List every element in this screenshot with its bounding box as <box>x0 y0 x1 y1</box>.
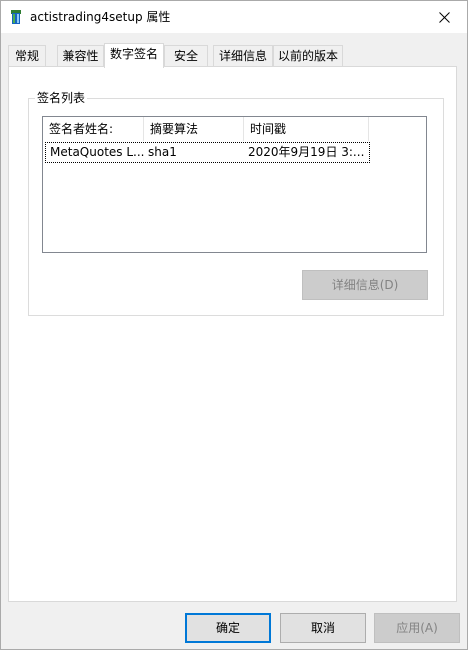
digest-algorithm: sha1 <box>148 145 177 159</box>
title-bar: actistrading4setup 属性 <box>1 1 467 33</box>
list-header: 签名者姓名: 摘要算法 时间戳 <box>43 117 426 141</box>
ok-button[interactable]: 确定 <box>185 613 271 643</box>
group-label: 签名列表 <box>35 90 88 106</box>
cancel-button[interactable]: 取消 <box>280 613 366 643</box>
timestamp: 2020年9月19日 3:... <box>248 145 365 159</box>
signature-list[interactable]: 签名者姓名: 摘要算法 时间戳 MetaQuotes L... sha1 202… <box>42 116 427 253</box>
tab-digital-signatures[interactable]: 数字签名 <box>104 43 164 68</box>
close-button[interactable] <box>421 1 467 33</box>
signer-name: MetaQuotes L... <box>50 145 144 159</box>
tab-security[interactable]: 安全 <box>164 45 208 66</box>
signature-row[interactable]: MetaQuotes L... sha1 2020年9月19日 3:... <box>45 142 370 163</box>
close-icon <box>438 11 450 23</box>
installer-icon <box>10 10 22 25</box>
tab-previous-versions[interactable]: 以前的版本 <box>273 45 343 66</box>
apply-button[interactable]: 应用(A) <box>374 613 460 643</box>
tab-general[interactable]: 常规 <box>8 45 46 66</box>
digital-signatures-page: 签名列表 签名者姓名: 摘要算法 时间戳 MetaQuotes L... sha… <box>8 66 457 602</box>
column-header-digest[interactable]: 摘要算法 <box>144 117 244 141</box>
details-button[interactable]: 详细信息(D) <box>302 270 428 300</box>
tab-compatibility[interactable]: 兼容性 <box>57 45 104 66</box>
properties-dialog: actistrading4setup 属性 常规 兼容性 数字签名 安全 详细信… <box>0 0 468 650</box>
column-header-timestamp[interactable]: 时间戳 <box>244 117 369 141</box>
column-header-signer[interactable]: 签名者姓名: <box>43 117 144 141</box>
window-title: actistrading4setup 属性 <box>30 10 171 24</box>
tab-details[interactable]: 详细信息 <box>213 45 273 66</box>
